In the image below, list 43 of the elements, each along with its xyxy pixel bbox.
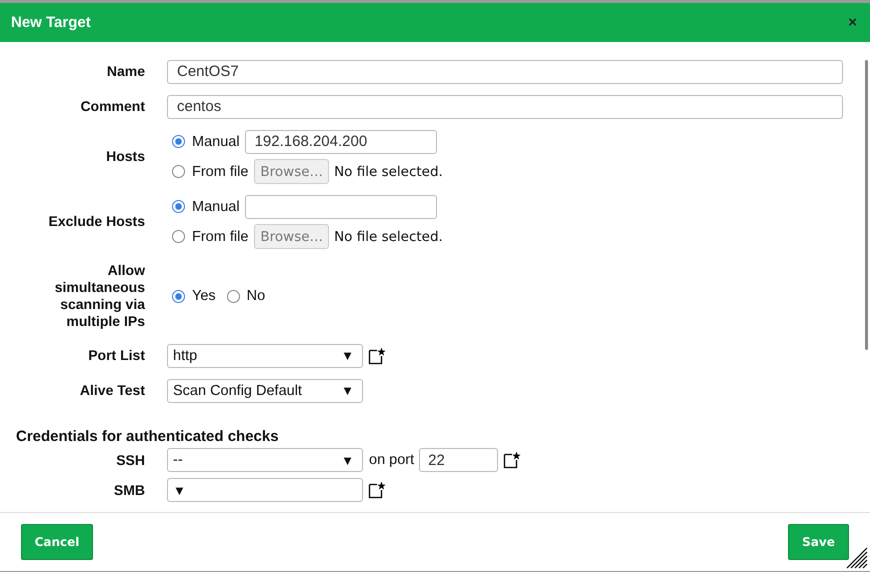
radio-label: Manual xyxy=(192,198,240,214)
resize-grip-icon[interactable] xyxy=(846,547,868,569)
hosts-field[interactable] xyxy=(244,194,437,218)
dropdown[interactable]: ▼ xyxy=(167,478,363,502)
radio-label: No xyxy=(246,288,266,304)
close-button[interactable]: × xyxy=(846,14,859,31)
new-item-icon[interactable] xyxy=(503,451,522,469)
dropdown[interactable]: -- ▼ xyxy=(167,448,363,472)
field-label: SSH xyxy=(115,452,145,468)
field-label: Hosts xyxy=(105,148,145,165)
file-status: No file selected. xyxy=(334,164,443,180)
radio-button[interactable] xyxy=(172,200,185,213)
text-field[interactable]: CentOS7 xyxy=(167,60,843,84)
field-label: SMB xyxy=(112,482,145,498)
text-field[interactable]: centos xyxy=(167,94,843,118)
radio-label: From file xyxy=(192,164,248,180)
section-heading: Credentials for authenticated checks xyxy=(16,428,280,445)
radio-button[interactable] xyxy=(172,135,185,148)
field-label: Exclude Hosts xyxy=(48,213,145,230)
port-field[interactable]: 22 xyxy=(419,448,498,472)
radio-label: From file xyxy=(192,228,248,244)
dropdown[interactable]: http ▼ xyxy=(167,344,363,368)
radio-label: Yes xyxy=(192,288,216,304)
dialog-title: New Target xyxy=(11,14,91,31)
scrollbar[interactable] xyxy=(865,60,868,350)
file-status: No file selected. xyxy=(334,228,443,244)
radio-label: Manual xyxy=(192,134,240,150)
browse-button[interactable]: Browse… xyxy=(254,159,330,184)
browse-button[interactable]: Browse… xyxy=(254,224,330,249)
field-label: Allow simultaneous scanning via multiple IPs xyxy=(54,262,145,330)
new-item-icon[interactable] xyxy=(368,481,386,499)
radio-button[interactable] xyxy=(172,290,185,302)
dropdown[interactable]: Scan Config Default ▼ xyxy=(167,378,363,402)
port-label: on port xyxy=(369,452,414,468)
radio-button[interactable] xyxy=(172,165,185,178)
field-label: Name xyxy=(106,63,145,80)
new-item-icon[interactable] xyxy=(368,346,386,364)
radio-button[interactable] xyxy=(226,290,240,302)
field-label: Comment xyxy=(79,98,145,115)
field-label: Port List xyxy=(87,347,145,364)
radio-button[interactable] xyxy=(172,230,185,243)
hosts-field[interactable]: 192.168.204.200 xyxy=(244,130,437,154)
field-label: Alive Test xyxy=(78,382,145,399)
